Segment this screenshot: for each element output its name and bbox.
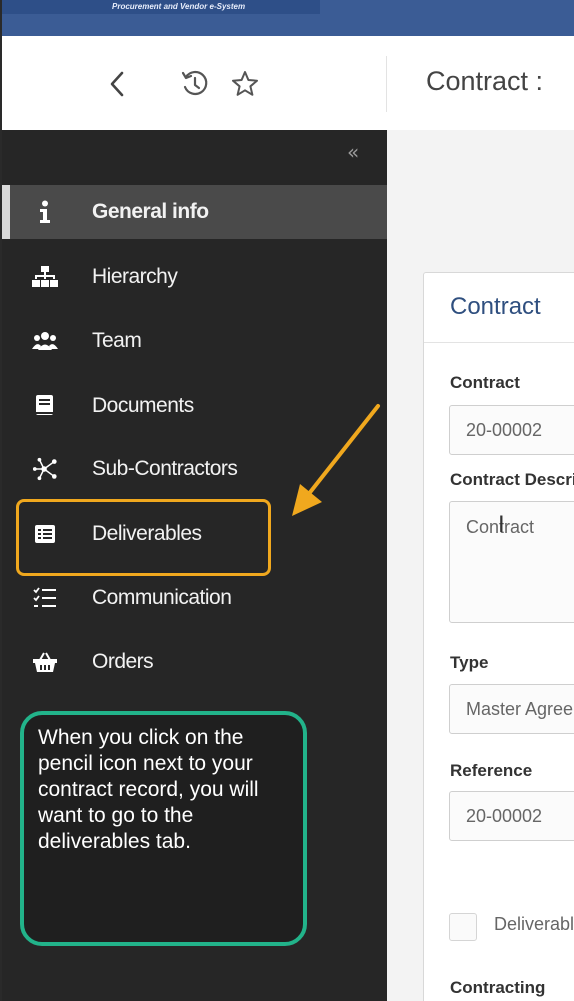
sidebar-item-communication[interactable]: Communication	[2, 571, 387, 625]
page-title: Contract :	[426, 66, 544, 96]
app-banner: Procurement and Vendor e-System	[2, 0, 574, 36]
basket-icon	[32, 649, 58, 675]
deliverables-checkbox[interactable]	[449, 913, 477, 941]
panel-header: Contract	[424, 273, 574, 343]
type-field-label: Type	[450, 653, 489, 672]
collapse-sidebar-button[interactable]: «	[347, 140, 377, 164]
tasks-icon	[32, 585, 58, 611]
toolbar-divider	[386, 56, 387, 112]
list-alt-icon	[32, 521, 58, 547]
sidebar-item-sub-contractors[interactable]: Sub-Contractors	[2, 442, 387, 496]
star-icon	[232, 71, 258, 96]
contract-field[interactable]: 20-00002	[449, 405, 574, 455]
callout-text: When you click on the pencil icon next t…	[38, 726, 259, 853]
sidebar-item-general-info[interactable]: General info	[2, 185, 387, 239]
contracting-field-label: Contracting	[450, 978, 546, 997]
sidebar-item-label: Sub-Contractors	[92, 457, 238, 480]
contract-field-label: Contract	[450, 373, 520, 392]
sidebar-item-label: Team	[92, 329, 142, 352]
sidebar-item-label: Hierarchy	[92, 265, 178, 288]
chevron-left-icon	[110, 71, 124, 97]
book-icon	[32, 393, 58, 419]
sidebar-item-label: General info	[92, 200, 209, 223]
info-icon	[32, 199, 58, 225]
sidebar-item-label: Documents	[92, 394, 194, 417]
users-icon	[32, 328, 58, 354]
reference-field-label: Reference	[450, 761, 533, 780]
annotation-callout: When you click on the pencil icon next t…	[20, 711, 307, 946]
main-content: Contract Contract 20-00002 Contract Desc…	[387, 130, 574, 1001]
contract-panel: Contract Contract 20-00002 Contract Desc…	[423, 272, 574, 1001]
sidebar-item-label: Orders	[92, 650, 154, 673]
sidebar-item-team[interactable]: Team	[2, 314, 387, 368]
sidebar-item-hierarchy[interactable]: Hierarchy	[2, 250, 387, 304]
toolbar: Contract :	[2, 36, 574, 130]
sidebar-item-deliverables[interactable]: Deliverables	[2, 507, 387, 561]
app-window: Procurement and Vendor e-System Contract…	[0, 0, 574, 1001]
history-icon	[181, 70, 208, 96]
description-field[interactable]: Contract I	[449, 501, 574, 623]
type-field[interactable]: Master Agreement	[449, 684, 574, 734]
description-field-label: Contract Description	[450, 470, 574, 489]
back-button[interactable]	[102, 68, 132, 100]
sidebar-item-orders[interactable]: Orders	[2, 635, 387, 689]
deliverables-checkbox-label: Deliverables	[494, 914, 574, 934]
text-cursor-icon: I	[498, 511, 505, 538]
network-icon	[32, 456, 58, 482]
reference-field[interactable]: 20-00002	[449, 791, 574, 841]
sidebar-item-label: Communication	[92, 586, 232, 609]
system-name: Procurement and Vendor e-System	[2, 0, 320, 14]
favorite-button[interactable]	[228, 68, 262, 100]
panel-title: Contract	[450, 293, 541, 320]
sidebar-item-documents[interactable]: Documents	[2, 379, 387, 433]
sidebar-item-label: Deliverables	[92, 522, 202, 545]
history-button[interactable]	[178, 68, 212, 100]
sitemap-icon	[32, 264, 58, 290]
